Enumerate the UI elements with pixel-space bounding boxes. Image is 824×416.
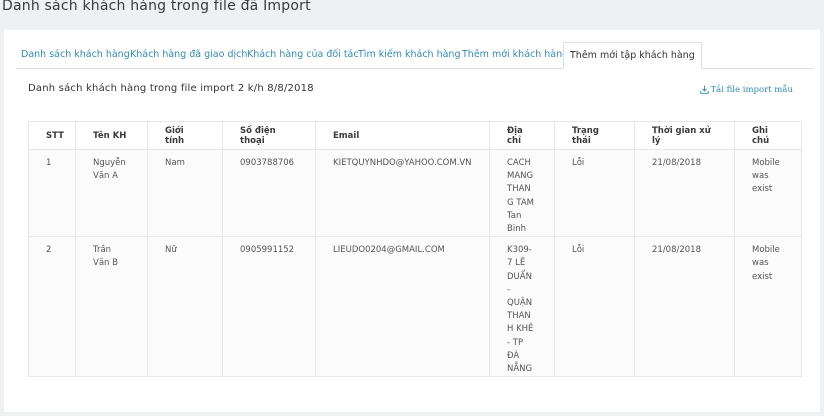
table-row: 2 Trần Văn B Nữ 0905991152 LIEUDO0204@GM… xyxy=(28,236,802,378)
download-template-label: Tải file import mẫu xyxy=(710,85,793,95)
column-header: Email xyxy=(315,121,490,150)
tab-transacted-customers[interactable]: Khách hàng đã giao dịch xyxy=(130,42,247,68)
column-header: Giới tính xyxy=(147,121,223,150)
list-title: Danh sách khách hàng trong file import 2… xyxy=(28,83,314,94)
column-header: Địa chỉ xyxy=(489,121,555,150)
table-row: 1 Nguyễn Văn A Nam 0903788706 KIETQUYNHD… xyxy=(28,148,802,238)
cell-status: Lỗi xyxy=(554,148,635,238)
cell-note: Mobile was exist xyxy=(734,148,802,238)
column-header: Số điện thoại xyxy=(222,121,316,150)
cell-gender: Nam xyxy=(147,148,223,238)
cell-name: Trần Văn B xyxy=(75,236,148,378)
cell-stt: 2 xyxy=(28,236,76,378)
download-template-link[interactable]: Tải file import mẫu xyxy=(700,85,793,95)
cell-note: Mobile was exist xyxy=(734,236,802,378)
tab-bar: Danh sách khách hàng Khách hàng đã giao … xyxy=(16,42,814,69)
content-panel: Danh sách khách hàng Khách hàng đã giao … xyxy=(4,30,820,412)
cell-email: LIEUDO0204@GMAIL.COM xyxy=(315,236,490,378)
tab-search-customer[interactable]: Tìm kiếm khách hàng xyxy=(358,42,460,68)
customer-import-table: STT Tên KH Giới tính Số điện thoại Email… xyxy=(28,121,802,378)
cell-time: 21/08/2018 xyxy=(634,148,735,238)
cell-phone: 0905991152 xyxy=(222,236,316,378)
column-header: Tên KH xyxy=(75,121,148,150)
cell-status: Lỗi xyxy=(554,236,635,378)
column-header: Thời gian xử lý xyxy=(634,121,735,150)
cell-time: 21/08/2018 xyxy=(634,236,735,378)
cell-phone: 0903788706 xyxy=(222,148,316,238)
column-header: Ghi chú xyxy=(734,121,802,150)
cell-name: Nguyễn Văn A xyxy=(75,148,148,238)
tab-partner-customers[interactable]: Khách hàng của đối tác xyxy=(247,42,359,68)
page-title: Danh sách khách hàng trong file đã Impor… xyxy=(2,0,311,14)
column-header: Trạng thái xyxy=(554,121,635,150)
cell-email: KIETQUYNHDO@YAHOO.COM.VN xyxy=(315,148,490,238)
cell-gender: Nữ xyxy=(147,236,223,378)
cell-stt: 1 xyxy=(28,148,76,238)
tab-add-customer-set[interactable]: Thêm mới tập khách hàng xyxy=(563,42,702,69)
cell-address: CACH MANG THANG TAM Tan Binh xyxy=(489,148,555,238)
column-header: STT xyxy=(28,121,76,150)
download-icon xyxy=(700,85,710,94)
tab-customer-list[interactable]: Danh sách khách hàng xyxy=(21,42,130,68)
table-header-row: STT Tên KH Giới tính Số điện thoại Email… xyxy=(28,121,802,150)
cell-address: K309-7 LÊ DUẨN - QUẬN THANH KHÊ - TP ĐÀ … xyxy=(489,236,555,378)
tab-add-customer[interactable]: Thêm mới khách hàng xyxy=(462,42,568,68)
